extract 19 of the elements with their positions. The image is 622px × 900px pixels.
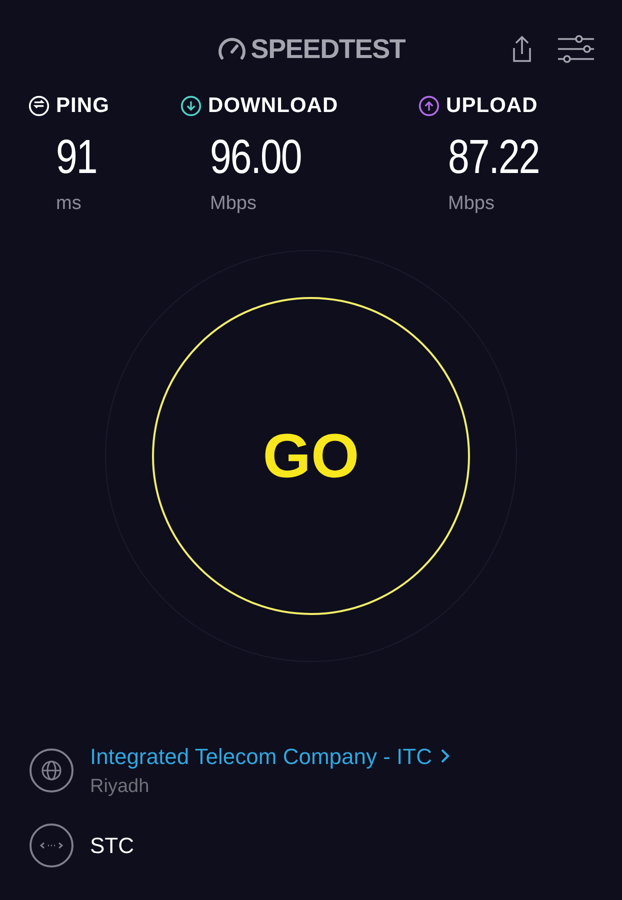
gauge-icon: [216, 36, 247, 62]
provider-name: STC: [90, 832, 134, 860]
chevron-right-icon: [440, 748, 450, 764]
metric-label: DOWNLOAD: [208, 93, 338, 119]
metric-value: 87.22: [448, 134, 540, 182]
speedtest-logo: SPEEDTEST: [216, 28, 406, 70]
metric-unit: ms: [56, 192, 82, 216]
server-link[interactable]: Integrated Telecom Company - ITC: [90, 740, 450, 772]
go-button[interactable]: GO: [152, 297, 470, 615]
metric-value: 96.00: [210, 134, 302, 182]
metric-unit: Mbps: [210, 192, 258, 216]
metric-unit: Mbps: [448, 192, 496, 216]
metric-label: UPLOAD: [446, 93, 538, 119]
metric-label: PING: [56, 93, 110, 119]
connection-icon: [29, 823, 74, 868]
server-location: Riyadh: [90, 774, 150, 798]
globe-icon: [29, 748, 74, 793]
settings-button[interactable]: [556, 34, 596, 64]
metric-value: 91: [56, 134, 98, 182]
